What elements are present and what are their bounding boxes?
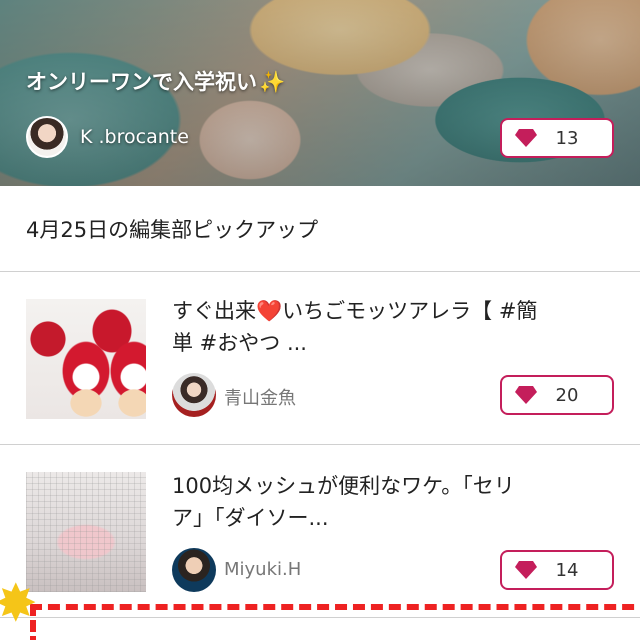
article-author[interactable]: Miyuki.H bbox=[224, 559, 301, 580]
promo-banner-frame[interactable] bbox=[30, 604, 640, 640]
star-icon: ✸ bbox=[0, 574, 38, 634]
section-title: 4月25日の編集部ピックアップ bbox=[26, 217, 319, 242]
article-thumbnail[interactable] bbox=[26, 299, 146, 419]
title-text: 単 #おやつ ... bbox=[172, 331, 307, 355]
hero-banner[interactable]: オンリーワンで入学祝い✨ K .brocante 13 bbox=[0, 0, 640, 186]
gem-icon bbox=[515, 129, 537, 147]
avatar[interactable] bbox=[172, 373, 216, 417]
title-text: すぐ出来 bbox=[172, 299, 256, 323]
avatar[interactable] bbox=[172, 548, 216, 592]
sparkle-icon: ✨ bbox=[259, 70, 286, 94]
title-text: ア」「ダイソー... bbox=[172, 506, 329, 530]
gem-icon bbox=[515, 386, 537, 404]
hero-title-text: オンリーワンで入学祝い bbox=[26, 70, 257, 94]
title-text: 100均メッシュが便利なワケ。「セリ bbox=[172, 474, 515, 498]
list-item[interactable]: 100均メッシュが便利なワケ。「セリ ア」「ダイソー... Miyuki.H 1… bbox=[0, 446, 640, 618]
section-header: 4月25日の編集部ピックアップ bbox=[0, 186, 640, 272]
hero-like-button[interactable]: 13 bbox=[500, 118, 614, 158]
hero-title[interactable]: オンリーワンで入学祝い✨ bbox=[26, 66, 285, 96]
article-title[interactable]: 100均メッシュが便利なワケ。「セリ ア」「ダイソー... bbox=[172, 470, 622, 534]
list-item[interactable]: すぐ出来❤️いちごモッツアレラ【 #簡 単 #おやつ ... 青山金魚 20 bbox=[0, 273, 640, 445]
hero-author-name[interactable]: K .brocante bbox=[80, 126, 189, 148]
like-count: 14 bbox=[555, 559, 579, 581]
heart-icon: ❤️ bbox=[256, 299, 283, 323]
hero-author[interactable]: K .brocante bbox=[26, 116, 189, 158]
title-text: いちごモッツアレラ【 #簡 bbox=[282, 299, 538, 323]
gem-icon bbox=[515, 561, 537, 579]
avatar[interactable] bbox=[26, 116, 68, 158]
article-thumbnail[interactable] bbox=[26, 472, 146, 592]
like-button[interactable]: 14 bbox=[500, 550, 614, 590]
article-title[interactable]: すぐ出来❤️いちごモッツアレラ【 #簡 単 #おやつ ... bbox=[172, 295, 622, 359]
hero-like-count: 13 bbox=[555, 127, 579, 149]
article-author[interactable]: 青山金魚 bbox=[224, 384, 296, 410]
like-count: 20 bbox=[555, 384, 579, 406]
like-button[interactable]: 20 bbox=[500, 375, 614, 415]
